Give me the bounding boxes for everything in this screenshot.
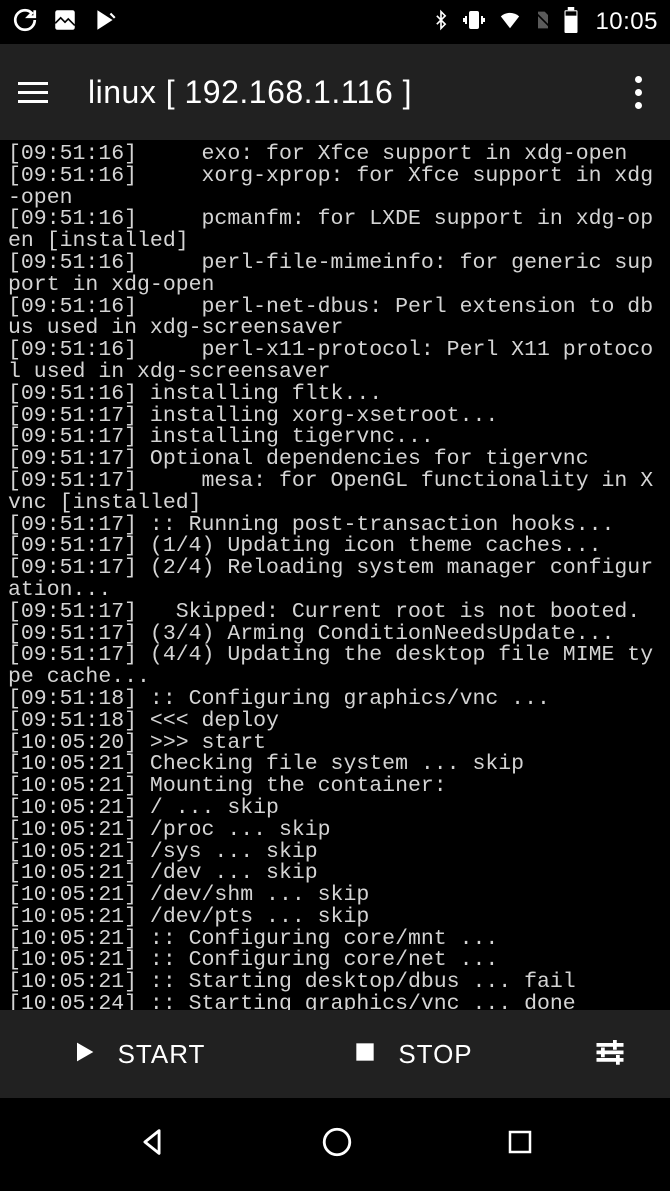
status-bar: 10:05 (0, 0, 670, 44)
stop-icon (352, 1039, 378, 1070)
nav-back-icon[interactable] (135, 1125, 169, 1164)
google-app-icon (12, 7, 38, 38)
settings-button[interactable] (550, 1010, 670, 1098)
stop-button[interactable]: STOP (275, 1010, 550, 1098)
photos-app-icon (52, 7, 78, 38)
bottom-bar: START STOP (0, 1010, 670, 1098)
battery-icon (563, 7, 579, 38)
overflow-menu-icon[interactable] (625, 66, 652, 119)
app-bar: linux [ 192.168.1.116 ] (0, 44, 670, 140)
start-button[interactable]: START (0, 1010, 275, 1098)
play-icon (70, 1038, 98, 1071)
nav-home-icon[interactable] (320, 1125, 354, 1164)
play-app-icon (92, 7, 118, 38)
app-title: linux [ 192.168.1.116 ] (88, 74, 625, 111)
terminal-output[interactable]: [09:51:16] exo: for Xfce support in xdg-… (0, 140, 670, 1010)
wifi-icon (497, 9, 523, 36)
no-sim-icon (533, 8, 553, 37)
nav-recent-icon[interactable] (505, 1127, 535, 1162)
stop-label: STOP (398, 1039, 472, 1070)
menu-icon[interactable] (18, 82, 48, 103)
bluetooth-icon (431, 8, 451, 37)
navigation-bar (0, 1098, 670, 1191)
vibrate-icon (461, 8, 487, 37)
start-label: START (118, 1039, 206, 1070)
tune-icon (592, 1034, 628, 1075)
status-clock: 10:05 (595, 8, 658, 36)
